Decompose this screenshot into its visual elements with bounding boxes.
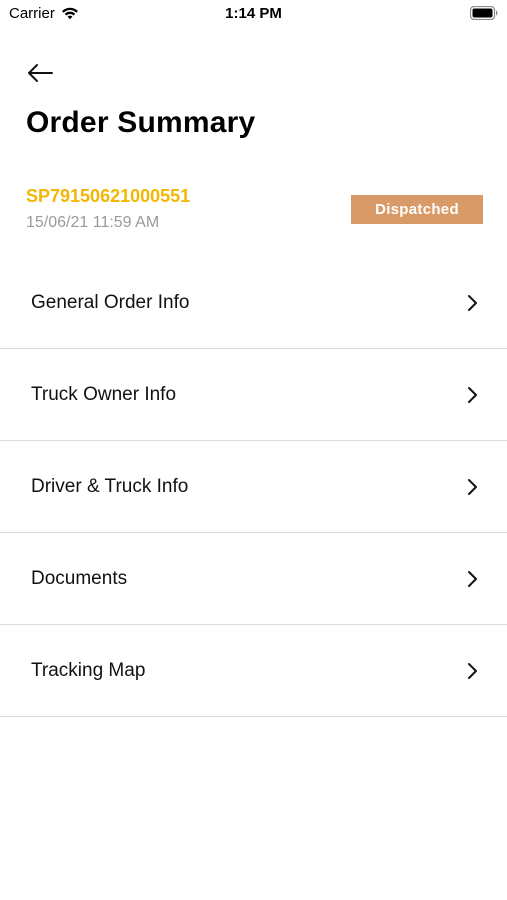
menu-item-general-order-info[interactable]: General Order Info <box>0 257 507 349</box>
menu-list: General Order Info Truck Owner Info Driv… <box>0 257 507 717</box>
back-button[interactable] <box>26 58 62 88</box>
chevron-right-icon <box>468 386 477 403</box>
menu-item-tracking-map[interactable]: Tracking Map <box>0 625 507 717</box>
chevron-right-icon <box>468 662 477 679</box>
chevron-right-icon <box>468 478 477 495</box>
menu-item-documents[interactable]: Documents <box>0 533 507 625</box>
order-id: SP79150621000551 <box>26 186 191 206</box>
arrow-left-icon <box>28 64 53 82</box>
menu-item-label: General Order Info <box>31 291 190 313</box>
chevron-right-icon <box>468 570 477 587</box>
status-bar: Carrier 1:14 PM <box>0 0 507 28</box>
order-datetime: 15/06/21 11:59 AM <box>26 214 160 231</box>
menu-item-label: Tracking Map <box>31 659 146 681</box>
page-title: Order Summary <box>26 106 256 139</box>
menu-item-driver-truck-info[interactable]: Driver & Truck Info <box>0 441 507 533</box>
status-time: 1:14 PM <box>225 5 282 22</box>
menu-item-truck-owner-info[interactable]: Truck Owner Info <box>0 349 507 441</box>
menu-item-label: Truck Owner Info <box>31 383 177 405</box>
menu-item-label: Driver & Truck Info <box>31 475 189 497</box>
menu-item-label: Documents <box>31 567 128 589</box>
battery-icon <box>469 5 498 25</box>
chevron-right-icon <box>468 294 477 311</box>
status-badge: Dispatched <box>351 195 483 224</box>
